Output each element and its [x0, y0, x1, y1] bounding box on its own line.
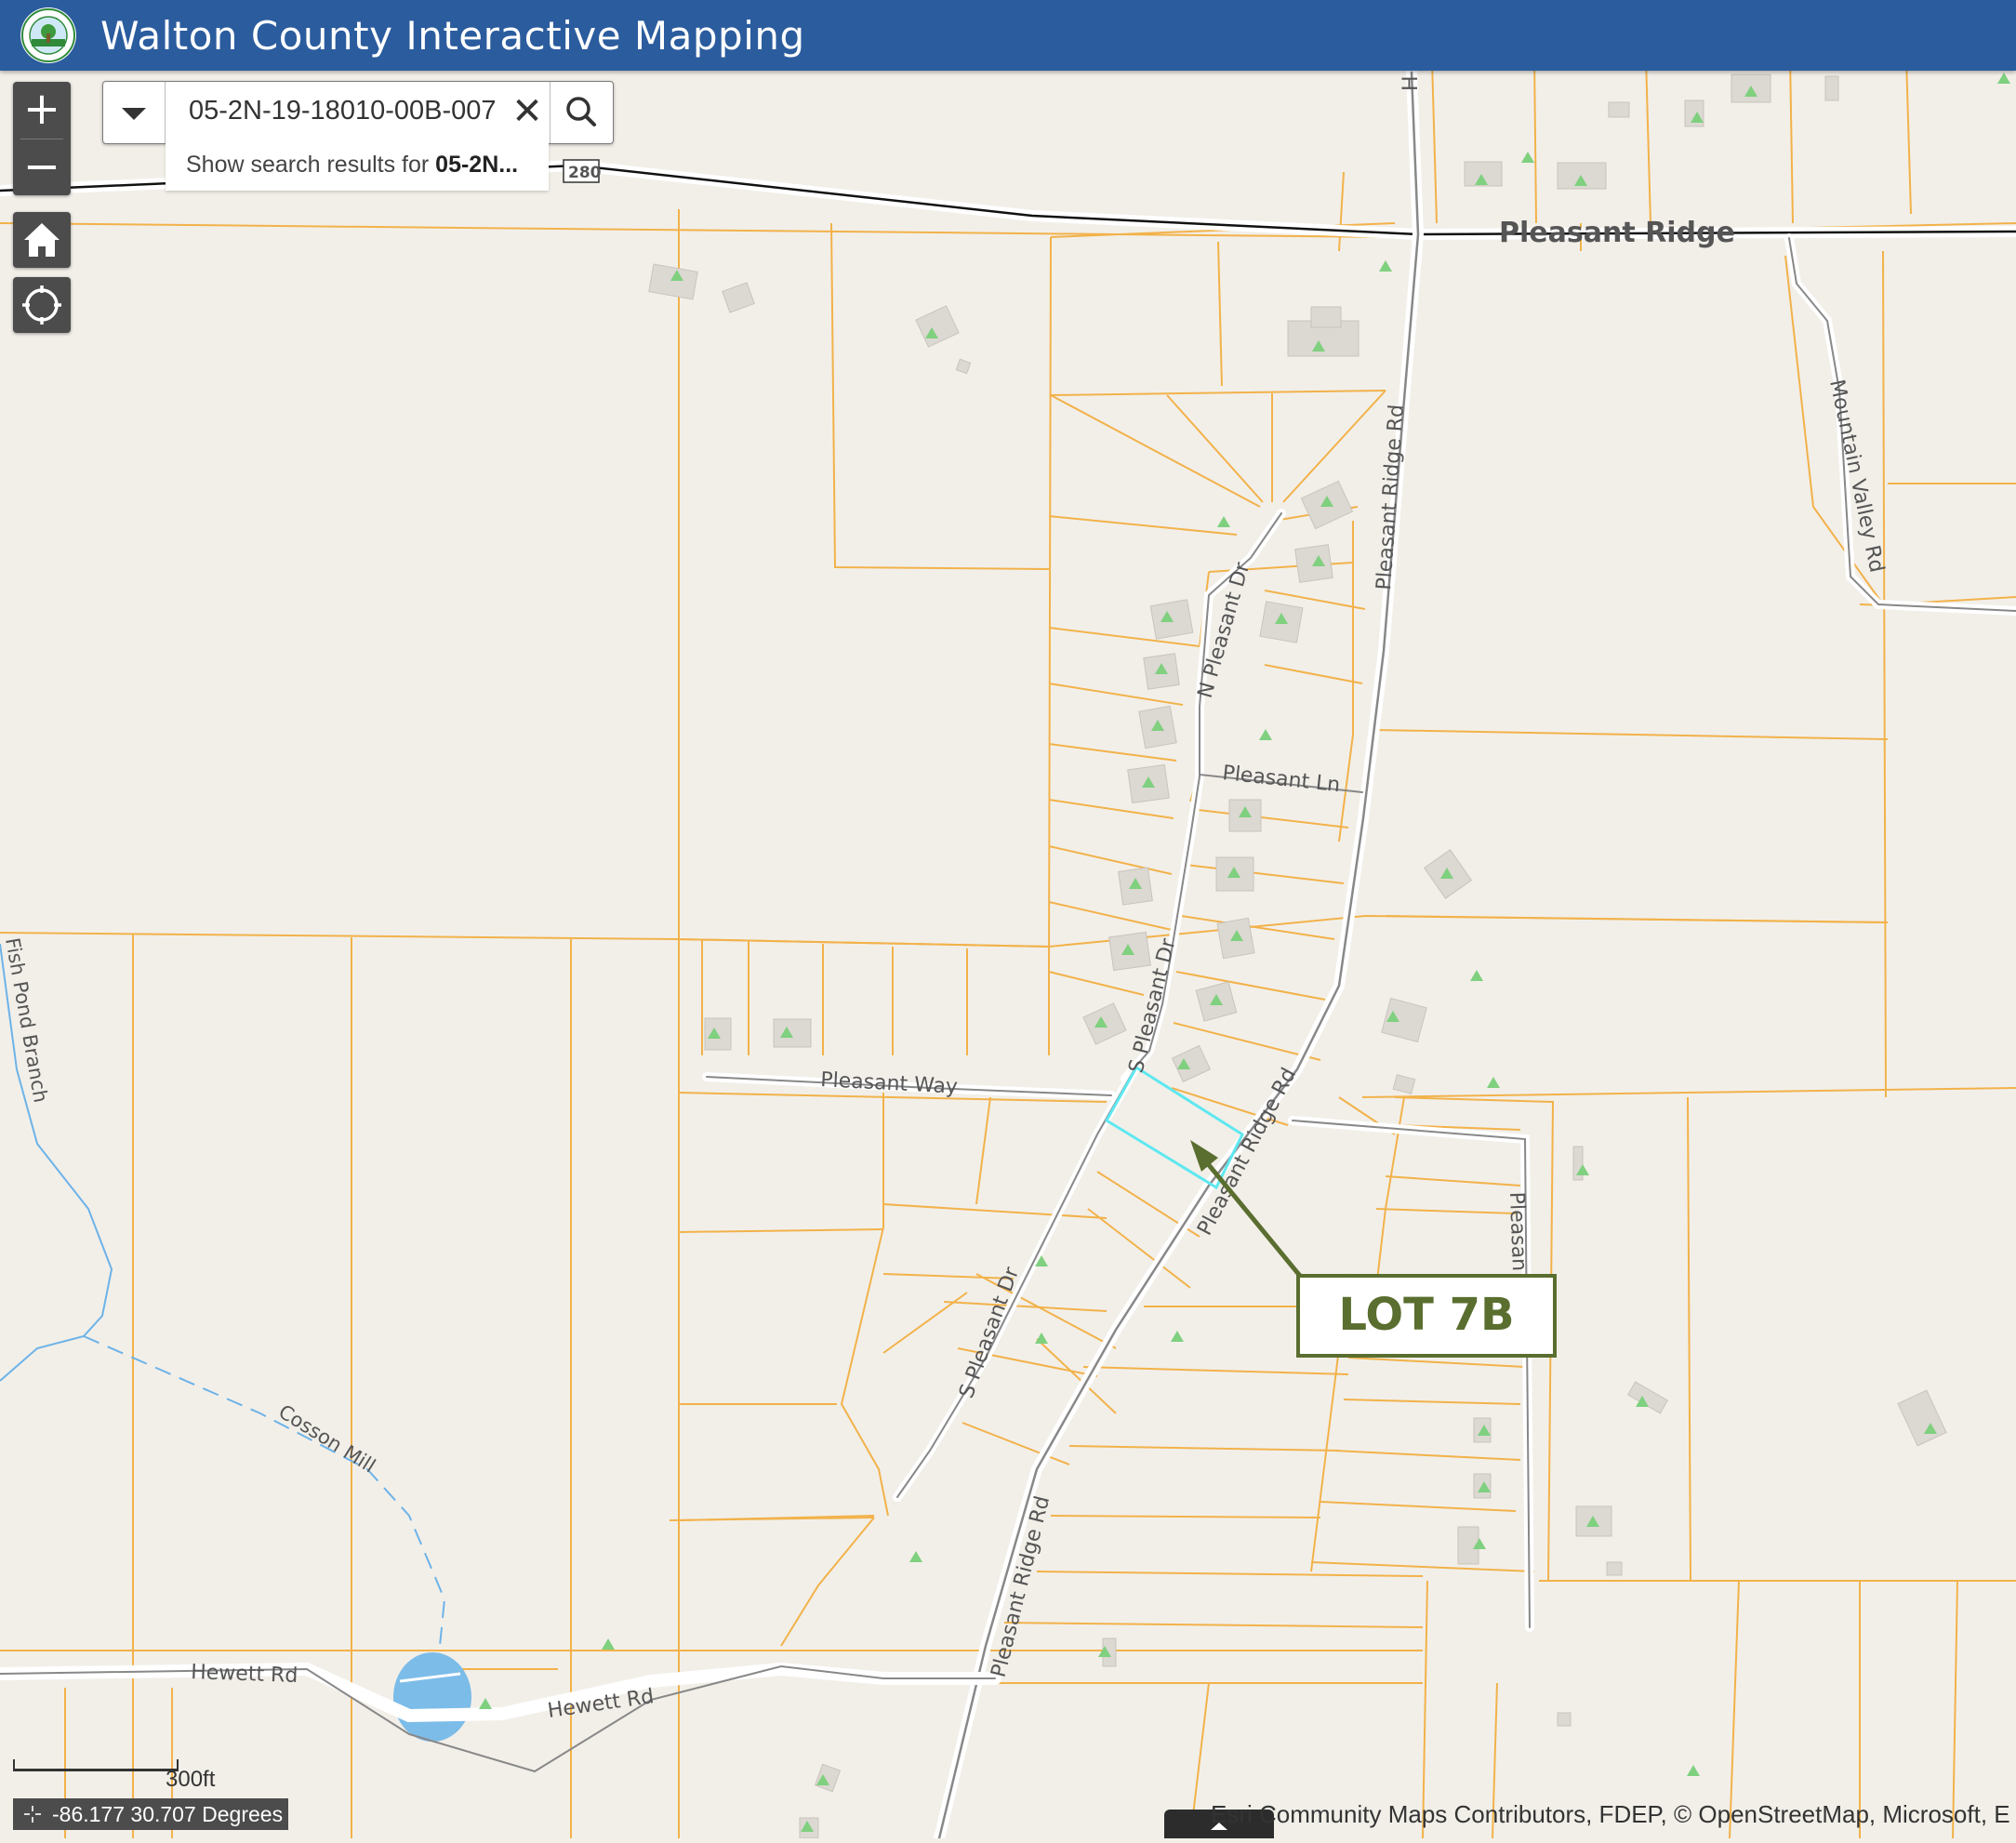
zoom-out-button[interactable]: − — [13, 139, 71, 195]
label-route-280: 280 — [568, 164, 602, 182]
search-source-dropdown[interactable] — [103, 82, 166, 143]
search-suggestion[interactable]: Show search results for 05-2N... — [166, 142, 549, 191]
zoom-in-button[interactable]: + — [13, 82, 71, 138]
home-button[interactable] — [13, 212, 71, 268]
scale-label: 300ft — [166, 1767, 216, 1792]
crosshair-icon — [24, 1806, 41, 1823]
search-icon — [566, 97, 596, 126]
label-pleasan: Pleasan — [1505, 1191, 1531, 1271]
coordinate-text: -86.177 30.707 Degrees — [52, 1802, 284, 1826]
locate-button[interactable] — [13, 277, 71, 333]
lot-annotation-label: LOT 7B — [1296, 1274, 1557, 1358]
home-icon — [24, 223, 60, 257]
map-canvas[interactable]: Pleasant Ridge 280 Pleasant Ridge Rd H M… — [0, 0, 2016, 1838]
search-input[interactable]: 05-2N-19-18010-00B-007 — [189, 96, 542, 129]
clear-search-button[interactable]: ✕ — [509, 91, 546, 132]
search-widget: 05-2N-19-18010-00B-007 ✕ — [102, 81, 614, 144]
label-h-road: H — [1399, 75, 1423, 91]
map-attribution: Esri Community Maps Contributors, FDEP, … — [1211, 1800, 2010, 1828]
lot-annotation-text: LOT 7B — [1338, 1289, 1515, 1341]
label-pleasant-ridge: Pleasant Ridge — [1499, 217, 1735, 249]
search-suggestion-text: Show search results for 05-2N... — [186, 152, 519, 178]
walton-county-logo — [20, 7, 76, 63]
app-title: Walton County Interactive Mapping — [100, 13, 805, 59]
scale-bar — [13, 1759, 179, 1771]
walton-county-seal-icon — [21, 8, 75, 62]
label-hewett-rd-west: Hewett Rd — [191, 1661, 298, 1688]
zoom-controls: + − — [13, 82, 71, 195]
app-header: Walton County Interactive Mapping — [0, 0, 2016, 71]
search-button[interactable] — [550, 82, 614, 143]
locate-icon — [22, 285, 61, 325]
coordinate-readout[interactable]: -86.177 30.707 Degrees — [13, 1798, 288, 1830]
